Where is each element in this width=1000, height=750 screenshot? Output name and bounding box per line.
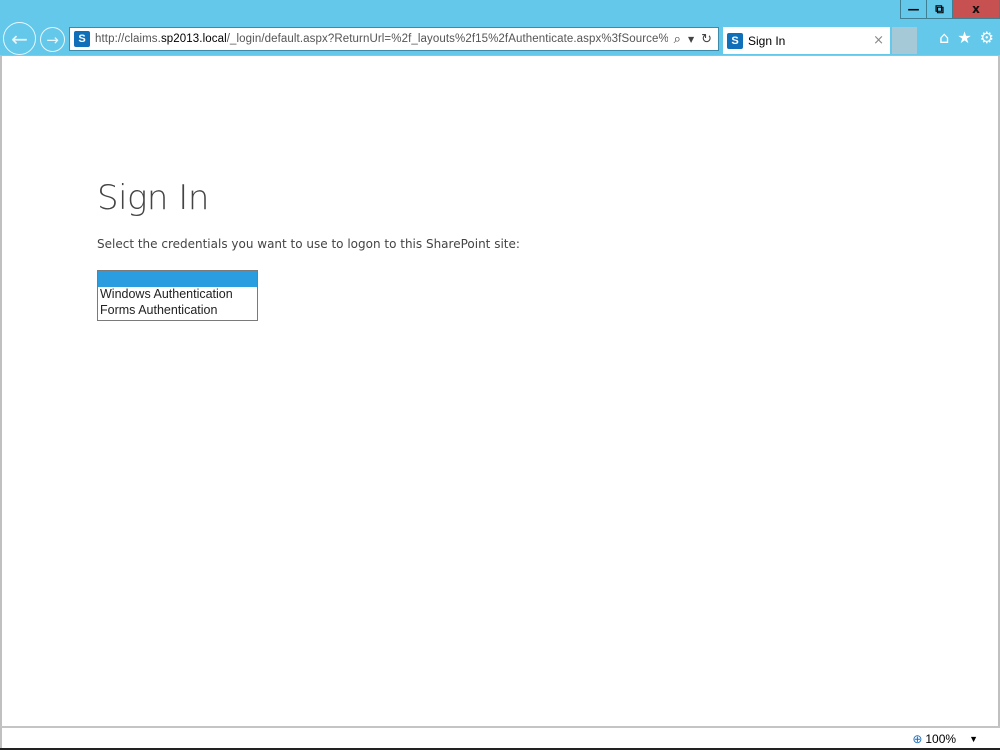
back-button[interactable]: ← [3,22,36,55]
auth-option-blank[interactable] [98,271,257,287]
zoom-level: 100% [925,732,957,746]
url-text[interactable]: http://claims.sp2013.local/_login/defaul… [95,33,668,45]
new-tab-button[interactable] [892,27,917,54]
url-host: sp2013.local [160,33,227,45]
auth-option-windows[interactable]: Windows Authentication [98,287,257,303]
window-controls: — ⧉ x [900,0,1000,20]
arrow-right-icon: → [46,30,59,49]
zoom-icon: ⊕ [912,732,923,746]
zoom-control[interactable]: ⊕ 100% ▼ [912,732,978,746]
arrow-left-icon: ← [11,26,28,51]
auth-option-forms[interactable]: Forms Authentication [98,303,257,319]
browser-toolbar: ⌂ ★ ⚙ [939,28,994,47]
restore-button[interactable]: ⧉ [927,0,953,19]
tab-sign-in[interactable]: S Sign In × [723,27,890,54]
gear-icon[interactable]: ⚙ [980,28,994,47]
status-bar: ⊕ 100% ▼ [0,726,1000,750]
forward-button[interactable]: → [40,27,65,52]
address-tools: ⌕ ▼ ↻ [674,32,712,47]
browser-chrome: — ⧉ x ← → S http://claims.sp2013.local/_… [0,0,1000,55]
instructions-text: Select the credentials you want to use t… [97,237,520,251]
close-window-button[interactable]: x [953,0,1000,19]
sharepoint-site-icon: S [74,31,90,47]
chevron-down-icon[interactable]: ▼ [688,35,694,44]
page-title: Sign In [97,178,209,218]
close-tab-icon[interactable]: × [873,33,884,48]
minimize-button[interactable]: — [900,0,927,19]
url-path: /_login/default.aspx?ReturnUrl=%2f_layou… [226,33,668,45]
home-icon[interactable]: ⌂ [939,28,949,47]
address-bar[interactable]: S http://claims.sp2013.local/_login/defa… [69,27,719,51]
zoom-dropdown-icon[interactable]: ▼ [969,734,978,744]
tab-title: Sign In [748,33,786,48]
refresh-icon[interactable]: ↻ [701,32,712,47]
star-icon[interactable]: ★ [957,28,971,47]
page-content: Sign In Select the credentials you want … [0,55,1000,726]
authentication-listbox[interactable]: Windows Authentication Forms Authenticat… [97,270,258,321]
search-icon[interactable]: ⌕ [674,32,681,47]
sharepoint-tab-icon: S [727,32,743,49]
url-prefix: http://claims. [95,33,161,45]
